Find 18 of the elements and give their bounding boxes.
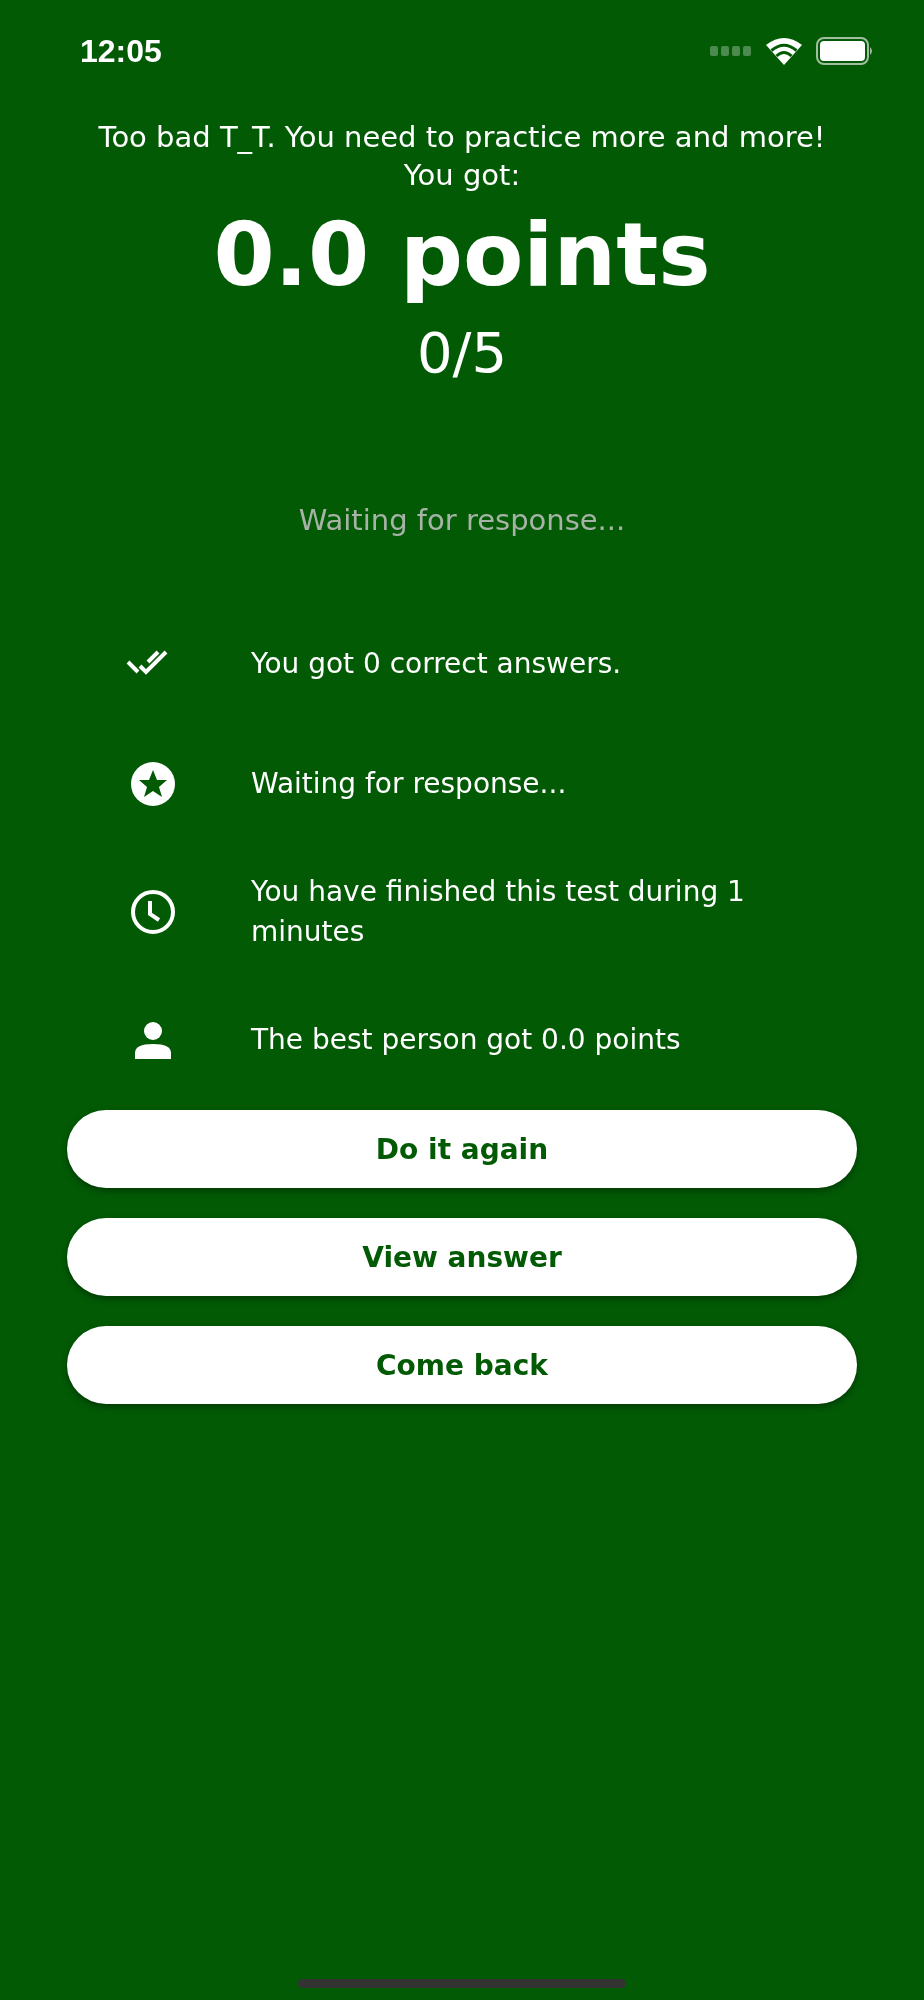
clock-icon xyxy=(130,889,176,935)
wifi-icon xyxy=(766,37,802,65)
person-icon xyxy=(134,1021,172,1059)
stat-text: You got 0 correct answers. xyxy=(251,646,622,682)
signal-icon xyxy=(710,46,752,56)
action-button[interactable]: Do it again xyxy=(67,1110,857,1188)
result-message: Too bad T_T. You need to practice more and more! You got: xyxy=(97,119,827,194)
score-fraction: 0/5 xyxy=(416,319,508,387)
star-circle-icon xyxy=(130,761,176,807)
stat-text: You have finished this test during 1 minutes xyxy=(251,874,746,950)
stat-text: Waiting for response... xyxy=(251,766,567,802)
action-button[interactable]: View answer xyxy=(67,1218,857,1296)
action-button[interactable]: Come back xyxy=(67,1326,857,1404)
score-text: 0.0 points xyxy=(213,202,711,308)
battery-icon xyxy=(816,37,874,65)
rank-status: Waiting for response... xyxy=(298,502,626,539)
status-time: 12:05 xyxy=(80,32,162,71)
stat-text: The best person got 0.0 points xyxy=(251,1022,681,1058)
